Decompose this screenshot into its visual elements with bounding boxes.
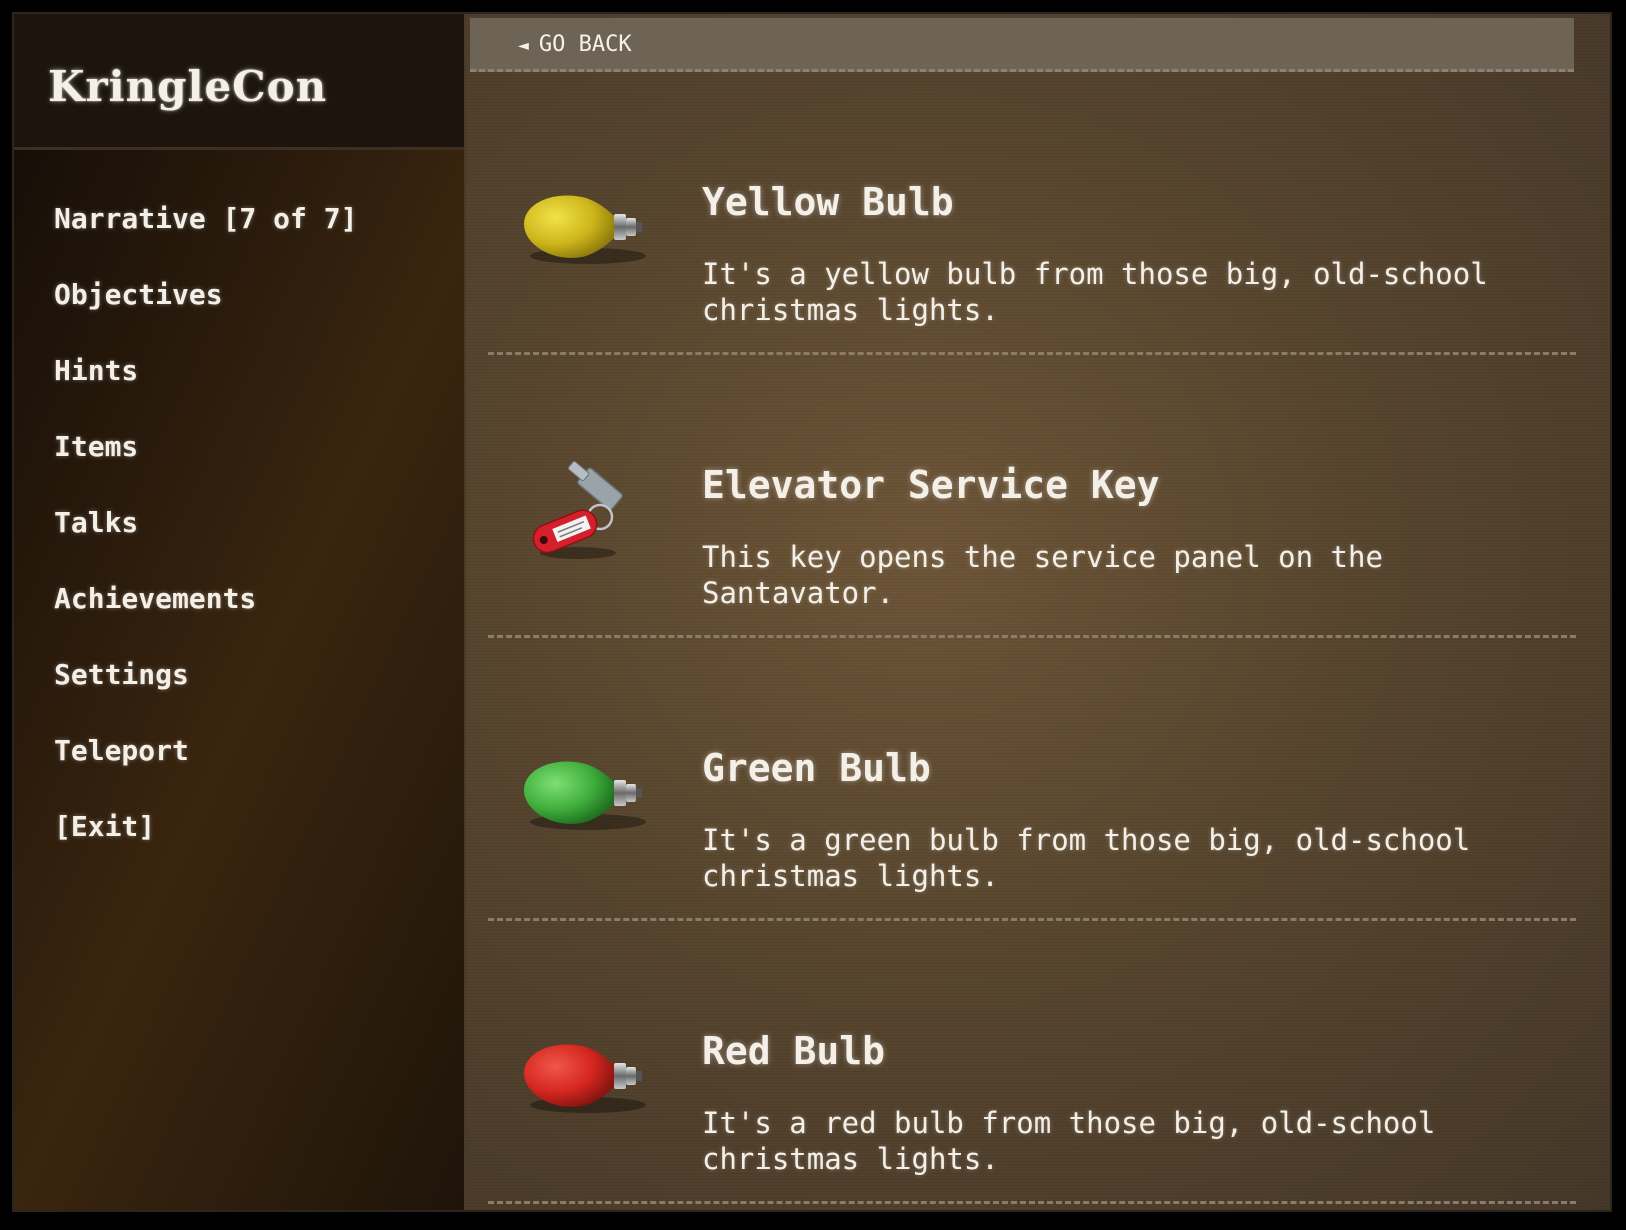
- sidebar-item-talks[interactable]: Talks: [54, 506, 357, 582]
- sidebar-nav: Narrative [7 of 7] Objectives Hints Item…: [54, 202, 357, 886]
- item-description: It's a red bulb from those big, old-scho…: [702, 1106, 1436, 1176]
- items-list: Yellow Bulb It's a yellow bulb from thos…: [466, 72, 1610, 1204]
- go-back-button[interactable]: ◄ GO BACK: [518, 32, 632, 57]
- list-item: Elevator Service Key This key opens the …: [488, 355, 1576, 638]
- list-item: Yellow Bulb It's a yellow bulb from thos…: [488, 72, 1576, 355]
- sidebar-item-teleport[interactable]: Teleport: [54, 734, 357, 810]
- sidebar: KringleCon Narrative [7 of 7] Objectives…: [14, 14, 466, 1210]
- back-triangle-icon: ◄: [518, 35, 529, 56]
- sidebar-header: KringleCon: [14, 14, 464, 150]
- app-title: KringleCon: [48, 62, 328, 111]
- list-item: Green Bulb It's a green bulb from those …: [488, 638, 1576, 921]
- list-item: Red Bulb It's a red bulb from those big,…: [488, 921, 1576, 1204]
- app-window: KringleCon Narrative [7 of 7] Objectives…: [14, 14, 1610, 1210]
- item-description: This key opens the service panel on the …: [702, 540, 1383, 610]
- sidebar-item-narrative[interactable]: Narrative [7 of 7]: [54, 202, 357, 278]
- yellow-bulb-icon: [524, 195, 646, 264]
- service-key-icon: [532, 461, 623, 559]
- go-back-label: GO BACK: [538, 32, 632, 57]
- red-bulb-icon: [524, 1044, 646, 1113]
- item-title: Green Bulb: [702, 746, 931, 790]
- items-panel: ◄ GO BACK Yellow Bulb It's a yellow bulb…: [466, 14, 1610, 1210]
- item-title: Elevator Service Key: [702, 463, 1160, 507]
- sidebar-item-settings[interactable]: Settings: [54, 658, 357, 734]
- item-description: It's a green bulb from those big, old-sc…: [702, 823, 1471, 893]
- item-description: It's a yellow bulb from those big, old-s…: [702, 257, 1488, 327]
- item-title: Red Bulb: [702, 1029, 886, 1073]
- sidebar-item-hints[interactable]: Hints: [54, 354, 357, 430]
- sidebar-item-objectives[interactable]: Objectives: [54, 278, 357, 354]
- sidebar-item-achievements[interactable]: Achievements: [54, 582, 357, 658]
- sidebar-item-items[interactable]: Items: [54, 430, 357, 506]
- item-title: Yellow Bulb: [702, 180, 954, 224]
- sidebar-item-exit[interactable]: [Exit]: [54, 810, 357, 886]
- green-bulb-icon: [524, 761, 646, 830]
- back-bar: ◄ GO BACK: [470, 18, 1574, 72]
